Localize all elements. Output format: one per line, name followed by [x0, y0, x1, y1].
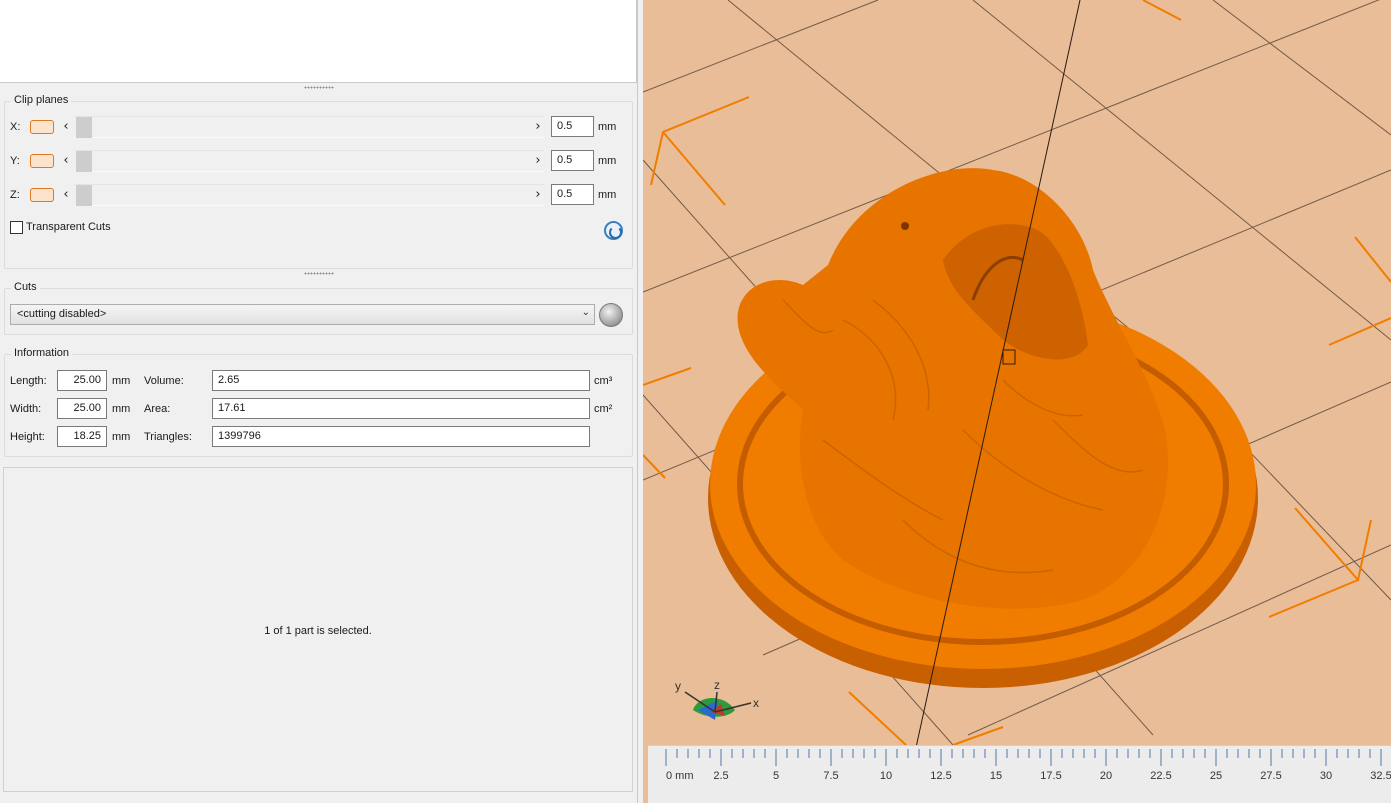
volume-label: Volume:: [144, 375, 184, 387]
clip-z-increase-button[interactable]: ›: [532, 187, 544, 203]
ruler-tick-label: 30: [1320, 770, 1332, 782]
clip-y-decrease-button[interactable]: ‹: [60, 153, 72, 169]
gizmo-x-label: x: [753, 696, 759, 710]
clip-x-toggle[interactable]: [30, 120, 54, 134]
properties-panel: Clip planes X: ‹ › 0.5 mm Y: ‹ › 0.5 mm …: [0, 0, 640, 803]
clip-z-toggle[interactable]: [30, 188, 54, 202]
clip-x-value-input[interactable]: 0.5: [551, 116, 594, 137]
sphere-icon[interactable]: [599, 303, 623, 327]
clip-x-label: X:: [10, 121, 21, 133]
height-label: Height:: [10, 431, 45, 443]
width-value: 25.00: [57, 398, 107, 419]
transparent-cuts-checkbox[interactable]: [10, 221, 23, 234]
clip-z-slider-track[interactable]: [74, 184, 544, 206]
ruler-tick-label: 17.5: [1040, 770, 1061, 782]
clip-planes-title: Clip planes: [11, 94, 72, 106]
width-unit: mm: [112, 403, 131, 415]
information-title: Information: [11, 347, 73, 359]
axis-gizmo[interactable]: y z x: [675, 678, 759, 720]
ruler-tick-label: 22.5: [1150, 770, 1171, 782]
clip-z-slider-thumb[interactable]: [76, 185, 92, 206]
clip-y-toggle[interactable]: [30, 154, 54, 168]
clip-x-slider-track[interactable]: [74, 116, 544, 138]
clip-z-label: Z:: [10, 189, 20, 201]
viewport-scene: y z x: [643, 0, 1391, 753]
ruler-scale: 0 mm 2.5 5 7.5 10 12.5 15 17.5 20 22.5 25 27.5 30 32.…: [665, 749, 1391, 782]
clip-y-slider-thumb[interactable]: [76, 151, 92, 172]
gizmo-y-label: y: [675, 679, 681, 693]
triangles-value: 1399796: [212, 426, 590, 447]
width-label: Width:: [10, 403, 42, 415]
chevron-down-icon: ⌄: [581, 307, 590, 318]
clip-z-decrease-button[interactable]: ‹: [60, 187, 72, 203]
transparent-cuts-label[interactable]: Transparent Cuts: [26, 221, 111, 233]
cuts-title: Cuts: [11, 281, 40, 293]
volume-unit: cm³: [594, 375, 613, 387]
ruler-tick-label: 32.5: [1370, 770, 1391, 782]
ruler-tick-label: 5: [773, 770, 779, 782]
area-value: 17.61: [212, 398, 590, 419]
length-unit: mm: [112, 375, 131, 387]
clip-y-value-input[interactable]: 0.5: [551, 150, 594, 171]
clip-row-y: Y: ‹ › 0.5 mm: [0, 150, 626, 172]
clip-y-unit: mm: [598, 155, 617, 167]
ruler-tick-label: 15: [990, 770, 1002, 782]
clip-row-x: X: ‹ › 0.5 mm: [0, 116, 626, 138]
ruler-tick-label: 27.5: [1260, 770, 1281, 782]
clip-y-increase-button[interactable]: ›: [532, 153, 544, 169]
clip-row-z: Z: ‹ › 0.5 mm: [0, 184, 626, 206]
model-tiger-eye: [901, 222, 909, 230]
ruler-tick-label: 10: [880, 770, 892, 782]
selection-status: 1 of 1 part is selected.: [264, 625, 372, 637]
cuts-select[interactable]: <cutting disabled> ⌄: [10, 304, 595, 325]
cuts-select-value: <cutting disabled>: [17, 308, 107, 320]
ruler-tick-label: 2.5: [713, 770, 728, 782]
ruler-tick-label: 0 mm: [666, 770, 694, 782]
clip-x-increase-button[interactable]: ›: [532, 119, 544, 135]
selection-pane: 1 of 1 part is selected.: [3, 467, 633, 792]
gizmo-z-label: z: [714, 678, 720, 692]
ruler-tick-label: 25: [1210, 770, 1222, 782]
length-value: 25.00: [57, 370, 107, 391]
splitter-grip-middle[interactable]: [304, 272, 334, 275]
ruler-tick-label: 20: [1100, 770, 1112, 782]
height-unit: mm: [112, 431, 131, 443]
volume-value: 2.65: [212, 370, 590, 391]
clip-x-unit: mm: [598, 121, 617, 133]
splitter-grip-top[interactable]: [304, 86, 334, 89]
clip-y-label: Y:: [10, 155, 20, 167]
clip-y-slider-track[interactable]: [74, 150, 544, 172]
area-unit: cm²: [594, 403, 613, 415]
ruler-tick-label: 12.5: [930, 770, 951, 782]
clip-z-value-input[interactable]: 0.5: [551, 184, 594, 205]
clip-x-decrease-button[interactable]: ‹: [60, 119, 72, 135]
area-label: Area:: [144, 403, 171, 415]
measurement-ruler: 0 mm 2.5 5 7.5 10 12.5 15 17.5 20 22.5 25 27.5 30 32.…: [648, 745, 1391, 803]
object-tree-area[interactable]: [0, 0, 637, 83]
length-label: Length:: [10, 375, 47, 387]
triangles-label: Triangles:: [144, 431, 192, 443]
reset-icon[interactable]: [604, 221, 623, 240]
clip-z-unit: mm: [598, 189, 617, 201]
3d-viewport[interactable]: y z x: [643, 0, 1391, 803]
height-value: 18.25: [57, 426, 107, 447]
ruler-tick-label: 7.5: [823, 770, 838, 782]
clip-x-slider-thumb[interactable]: [76, 117, 92, 138]
